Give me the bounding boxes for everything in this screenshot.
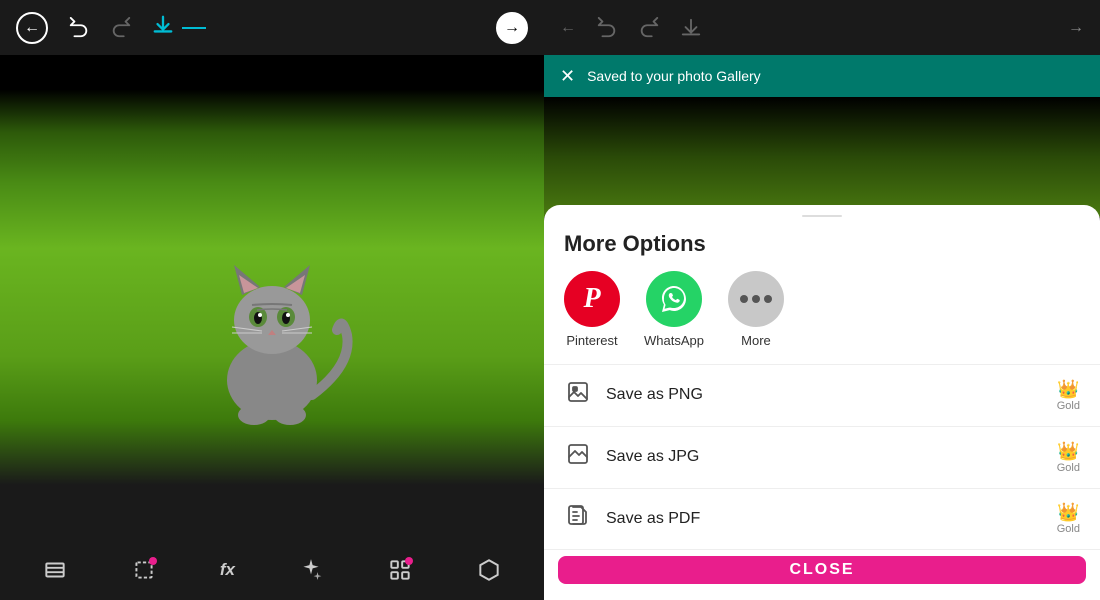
right-undo-button[interactable] — [596, 17, 618, 39]
more-dots-icon — [740, 295, 772, 303]
crown-icon-pdf: 👑 — [1057, 502, 1079, 523]
left-panel: ← → — [0, 0, 544, 600]
save-pdf-gold-badge: 👑 Gold — [1057, 502, 1080, 535]
back-button[interactable]: ← — [16, 12, 48, 44]
notification-close-button[interactable]: ✕ — [560, 66, 575, 87]
right-panel: ← → ✕ Saved to your photo Gallery — [544, 0, 1100, 600]
right-back-icon: ← — [560, 19, 576, 36]
whatsapp-icon — [658, 283, 690, 315]
more-circle — [728, 271, 784, 327]
close-button[interactable]: CLOSE — [558, 556, 1086, 584]
crown-icon-jpg: 👑 — [1057, 441, 1079, 462]
gold-label-jpg: Gold — [1057, 462, 1080, 474]
save-png-label: Save as PNG — [606, 386, 1043, 404]
save-jpg-gold-badge: 👑 Gold — [1057, 441, 1080, 474]
download-icon — [152, 14, 174, 42]
save-jpg-button[interactable]: Save as JPG 👑 Gold — [544, 427, 1100, 488]
more-share-button[interactable]: More — [728, 271, 784, 348]
right-redo-button[interactable] — [638, 17, 660, 39]
back-icon: ← — [24, 19, 40, 37]
whatsapp-label: WhatsApp — [644, 333, 704, 348]
pinterest-icon: P — [583, 283, 600, 315]
download-dash-indicator — [182, 27, 206, 29]
left-image-area — [0, 55, 544, 485]
pinterest-share-button[interactable]: P Pinterest — [564, 271, 620, 348]
save-png-gold-badge: 👑 Gold — [1057, 379, 1080, 412]
right-next-button[interactable]: → — [1068, 19, 1084, 37]
crown-icon-png: 👑 — [1057, 379, 1079, 400]
save-png-button[interactable]: Save as PNG 👑 Gold — [544, 365, 1100, 426]
save-pdf-label: Save as PDF — [606, 510, 1043, 528]
cat-image — [0, 55, 544, 485]
notification-message: Saved to your photo Gallery — [587, 68, 761, 84]
download-button[interactable] — [152, 14, 206, 42]
pinterest-circle: P — [564, 271, 620, 327]
sparkle-tool[interactable] — [298, 557, 324, 583]
bottom-toolbar: fx — [0, 540, 544, 600]
whatsapp-circle — [646, 271, 702, 327]
notification-bar: ✕ Saved to your photo Gallery — [544, 55, 1100, 97]
more-label: More — [741, 333, 771, 348]
save-pdf-button[interactable]: Save as PDF 👑 Gold — [544, 488, 1100, 549]
right-next-icon: → — [1068, 19, 1084, 36]
save-png-icon — [564, 380, 592, 410]
crop-tool[interactable] — [131, 557, 157, 583]
kitten-illustration — [182, 215, 362, 435]
next-icon: → — [504, 19, 520, 37]
sheet-handle — [802, 215, 842, 217]
save-jpg-icon — [564, 442, 592, 472]
save-jpg-label: Save as JPG — [606, 448, 1043, 466]
right-download-button[interactable] — [680, 17, 702, 39]
bottom-sheet: More Options P Pinterest WhatsApp — [544, 205, 1100, 600]
gold-label-png: Gold — [1057, 400, 1080, 412]
redo-button[interactable] — [110, 17, 132, 39]
crop-badge — [149, 557, 157, 565]
next-button[interactable]: → — [496, 12, 528, 44]
layers-tool[interactable] — [42, 557, 68, 583]
left-toolbar: ← → — [0, 0, 544, 55]
fx-tool[interactable]: fx — [220, 560, 235, 580]
right-image-background — [544, 97, 1100, 217]
share-icons-row: P Pinterest WhatsApp — [544, 271, 1100, 364]
save-pdf-icon — [564, 504, 592, 534]
sheet-title: More Options — [544, 223, 1100, 271]
whatsapp-share-button[interactable]: WhatsApp — [644, 271, 704, 348]
pinterest-label: Pinterest — [566, 333, 617, 348]
gold-label-pdf: Gold — [1057, 523, 1080, 535]
right-back-button[interactable]: ← — [560, 19, 576, 37]
divider-4 — [544, 549, 1100, 550]
hex-tool[interactable] — [476, 557, 502, 583]
undo-button[interactable] — [68, 17, 90, 39]
right-toolbar: ← → — [544, 0, 1100, 55]
grid-tool[interactable] — [387, 557, 413, 583]
